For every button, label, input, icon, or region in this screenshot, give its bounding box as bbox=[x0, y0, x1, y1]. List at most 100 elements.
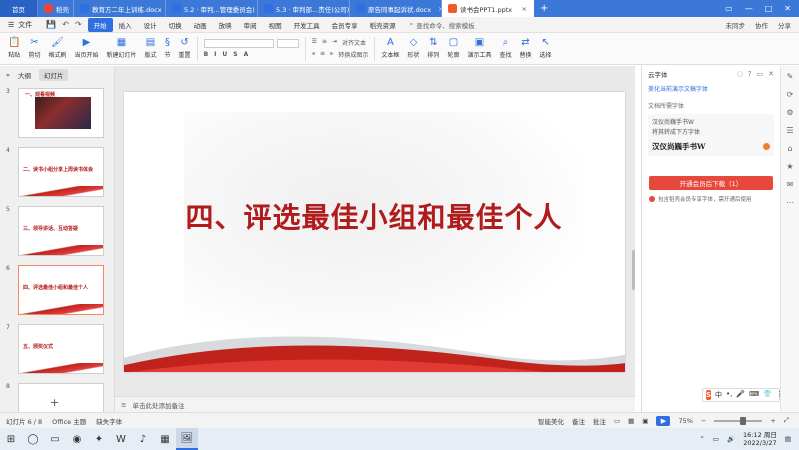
command-search[interactable]: ⌕ 查找命令、搜索模板 bbox=[410, 20, 475, 30]
side-tool-icon[interactable]: ⟳ bbox=[787, 90, 794, 99]
beautify-fonts-link[interactable]: 美化当前演示文稿字体 bbox=[642, 82, 780, 95]
file-menu[interactable]: ☰ 文件 bbox=[0, 20, 40, 30]
side-tool-icon[interactable]: ⋯ bbox=[786, 198, 794, 207]
minimize-icon[interactable]: — bbox=[745, 4, 753, 13]
font-family-select[interactable] bbox=[203, 39, 274, 48]
taskbar-app-icon[interactable]: 🖼 bbox=[176, 428, 198, 450]
taskbar-app-icon[interactable]: ♪ bbox=[132, 428, 154, 450]
slide-thumbnail-row[interactable]: 7 五、颁奖仪式 bbox=[6, 324, 108, 378]
ribbon-button[interactable]: ▶ 当页开始 bbox=[70, 38, 102, 60]
add-slide-button[interactable]: + bbox=[50, 396, 59, 409]
ribbon-button[interactable]: ⌕ 查找 bbox=[495, 38, 515, 60]
ribbon-button[interactable]: 🖌 格式刷 bbox=[44, 38, 70, 60]
document-tab[interactable]: 5.2 · 审判...管理委员会)× bbox=[166, 0, 258, 17]
text-format-button[interactable]: B bbox=[204, 51, 209, 58]
current-slide[interactable]: 四、评选最佳小组和最佳个人 bbox=[124, 92, 625, 372]
document-tab[interactable]: 教育方二年上训练.docx× bbox=[74, 0, 166, 17]
menu-9[interactable]: 会员专享 bbox=[326, 18, 364, 32]
side-tool-icon[interactable]: ★ bbox=[786, 162, 793, 171]
taskbar-app-icon[interactable]: ◯ bbox=[22, 428, 44, 450]
slide-thumbnail-row[interactable]: 5 三、领导讲话、互动答疑 bbox=[6, 206, 108, 260]
ribbon-button[interactable]: § 节 bbox=[161, 38, 175, 60]
taskbar-app-icon[interactable]: ▭ bbox=[44, 428, 66, 450]
side-tool-icon[interactable]: ✉ bbox=[787, 180, 794, 189]
zoom-slider[interactable] bbox=[714, 416, 763, 425]
ime-button[interactable]: •, bbox=[726, 390, 732, 400]
ribbon-button[interactable]: ▢ 轮廓 bbox=[443, 38, 463, 60]
menu-10[interactable]: 稻壳资源 bbox=[364, 18, 402, 32]
taskbar-app-icon[interactable]: ⊞ bbox=[0, 428, 22, 450]
ribbon-button[interactable]: ◇ 形状 bbox=[403, 38, 423, 60]
menu-7[interactable]: 视图 bbox=[263, 18, 288, 32]
volume-icon[interactable]: 🔊 bbox=[727, 435, 735, 443]
ribbon-button[interactable]: ✂ 剪切 bbox=[24, 38, 44, 60]
ime-button[interactable]: 🎤 bbox=[736, 390, 745, 400]
menu-8[interactable]: 开发工具 bbox=[288, 18, 326, 32]
slide-thumbnail-row[interactable]: 6 四、评选最佳小组和最佳个人 bbox=[6, 265, 108, 319]
sync-status[interactable]: 未同步 bbox=[726, 20, 746, 30]
undo-icon[interactable]: ↶ bbox=[62, 20, 69, 29]
help-icon[interactable]: ? bbox=[748, 70, 752, 78]
ribbon-button[interactable]: ↺ 重置 bbox=[175, 38, 195, 60]
ime-button[interactable]: ⋮ bbox=[776, 390, 783, 400]
align-right-icon[interactable]: ⫸ bbox=[330, 50, 333, 59]
ime-button[interactable]: 👕 bbox=[763, 390, 772, 400]
ribbon-button[interactable]: ↖ 选择 bbox=[536, 38, 556, 60]
notification-icon[interactable]: ▤ bbox=[785, 435, 791, 443]
close-icon[interactable]: ✕ bbox=[768, 70, 774, 78]
save-icon[interactable]: 💾 bbox=[46, 20, 56, 29]
chat-icon[interactable]: ◌ bbox=[737, 70, 743, 78]
zoom-level[interactable]: 75% bbox=[678, 417, 692, 425]
notes-pane[interactable]: ≡ 单击此处添加备注 bbox=[115, 396, 635, 412]
menu-0[interactable]: 开始 bbox=[87, 17, 113, 32]
document-tab[interactable]: 读书会PPT1.pptx × bbox=[442, 0, 534, 17]
menu-1[interactable]: 插入 bbox=[113, 18, 138, 32]
text-format-button[interactable]: A bbox=[244, 51, 249, 58]
tray-arrow-icon[interactable]: ⌃ bbox=[699, 435, 704, 443]
slide-thumbnail[interactable]: 一、观看视频 bbox=[18, 88, 104, 138]
ribbon-button[interactable]: ▤ 版式 bbox=[141, 38, 161, 60]
share-button[interactable]: 分享 bbox=[778, 20, 791, 30]
menu-2[interactable]: 设计 bbox=[138, 18, 163, 32]
slide-thumbnail[interactable]: 二、读书小组分享上周读书体会 bbox=[18, 147, 104, 197]
menu-5[interactable]: 放映 bbox=[213, 18, 238, 32]
ribbon-button[interactable]: A 文本框 bbox=[377, 38, 403, 60]
zoom-in-icon[interactable]: + bbox=[770, 417, 775, 425]
tab-slides[interactable]: 幻灯片 bbox=[38, 69, 69, 81]
ime-button[interactable]: 中 bbox=[715, 390, 722, 400]
slide-thumbnail[interactable]: 三、领导讲话、互动答疑 bbox=[18, 206, 104, 256]
taskbar-app-icon[interactable]: ◉ bbox=[66, 428, 88, 450]
align-text-label[interactable]: 对齐文本 bbox=[342, 38, 366, 47]
ribbon-button[interactable]: ⇅ 排列 bbox=[423, 38, 443, 60]
menu-3[interactable]: 切换 bbox=[163, 18, 188, 32]
side-tool-icon[interactable]: ✎ bbox=[787, 72, 794, 81]
new-tab-button[interactable]: + bbox=[534, 0, 554, 17]
slide-thumbnail[interactable]: 五、颁奖仪式 bbox=[18, 324, 104, 374]
indent-icon[interactable]: ⇥ bbox=[332, 38, 337, 47]
menu-4[interactable]: 动画 bbox=[188, 18, 213, 32]
collaborate-button[interactable]: 协作 bbox=[755, 20, 768, 30]
sorter-view-icon[interactable]: ▦ bbox=[628, 417, 634, 425]
side-tool-icon[interactable]: ☰ bbox=[786, 126, 793, 135]
taskbar-app-icon[interactable]: ▦ bbox=[154, 428, 176, 450]
reading-view-icon[interactable]: ▣ bbox=[642, 417, 648, 425]
pin-icon[interactable]: ▭ bbox=[757, 70, 764, 78]
ribbon-button[interactable]: ▦ 新建幻灯片 bbox=[103, 38, 141, 60]
ribbon-button[interactable]: ▣ 演示工具 bbox=[463, 38, 495, 60]
convert-smartart-label[interactable]: 转换成图示 bbox=[338, 50, 368, 59]
taskbar-app-icon[interactable]: ✦ bbox=[88, 428, 110, 450]
notes-toggle[interactable]: 备注 bbox=[572, 416, 585, 426]
fit-window-icon[interactable]: ⤢ bbox=[784, 416, 789, 425]
bullet-list-icon[interactable]: ☰ bbox=[312, 38, 317, 47]
missing-font-indicator[interactable]: 缺失字体 bbox=[96, 416, 122, 426]
redo-icon[interactable]: ↷ bbox=[75, 20, 82, 29]
side-tool-icon[interactable]: ⚙ bbox=[786, 108, 793, 117]
tab-home[interactable]: 首页 bbox=[0, 0, 38, 17]
document-tab[interactable]: 稻壳× bbox=[38, 0, 74, 17]
normal-view-icon[interactable]: ▭ bbox=[614, 417, 620, 425]
zoom-out-icon[interactable]: − bbox=[701, 417, 706, 425]
taskbar-app-icon[interactable]: W bbox=[110, 428, 132, 450]
text-format-button[interactable]: S bbox=[233, 51, 237, 58]
ribbon-button[interactable]: 📋 粘贴 bbox=[4, 38, 24, 60]
beautify-button[interactable]: 智能美化 bbox=[538, 416, 564, 426]
